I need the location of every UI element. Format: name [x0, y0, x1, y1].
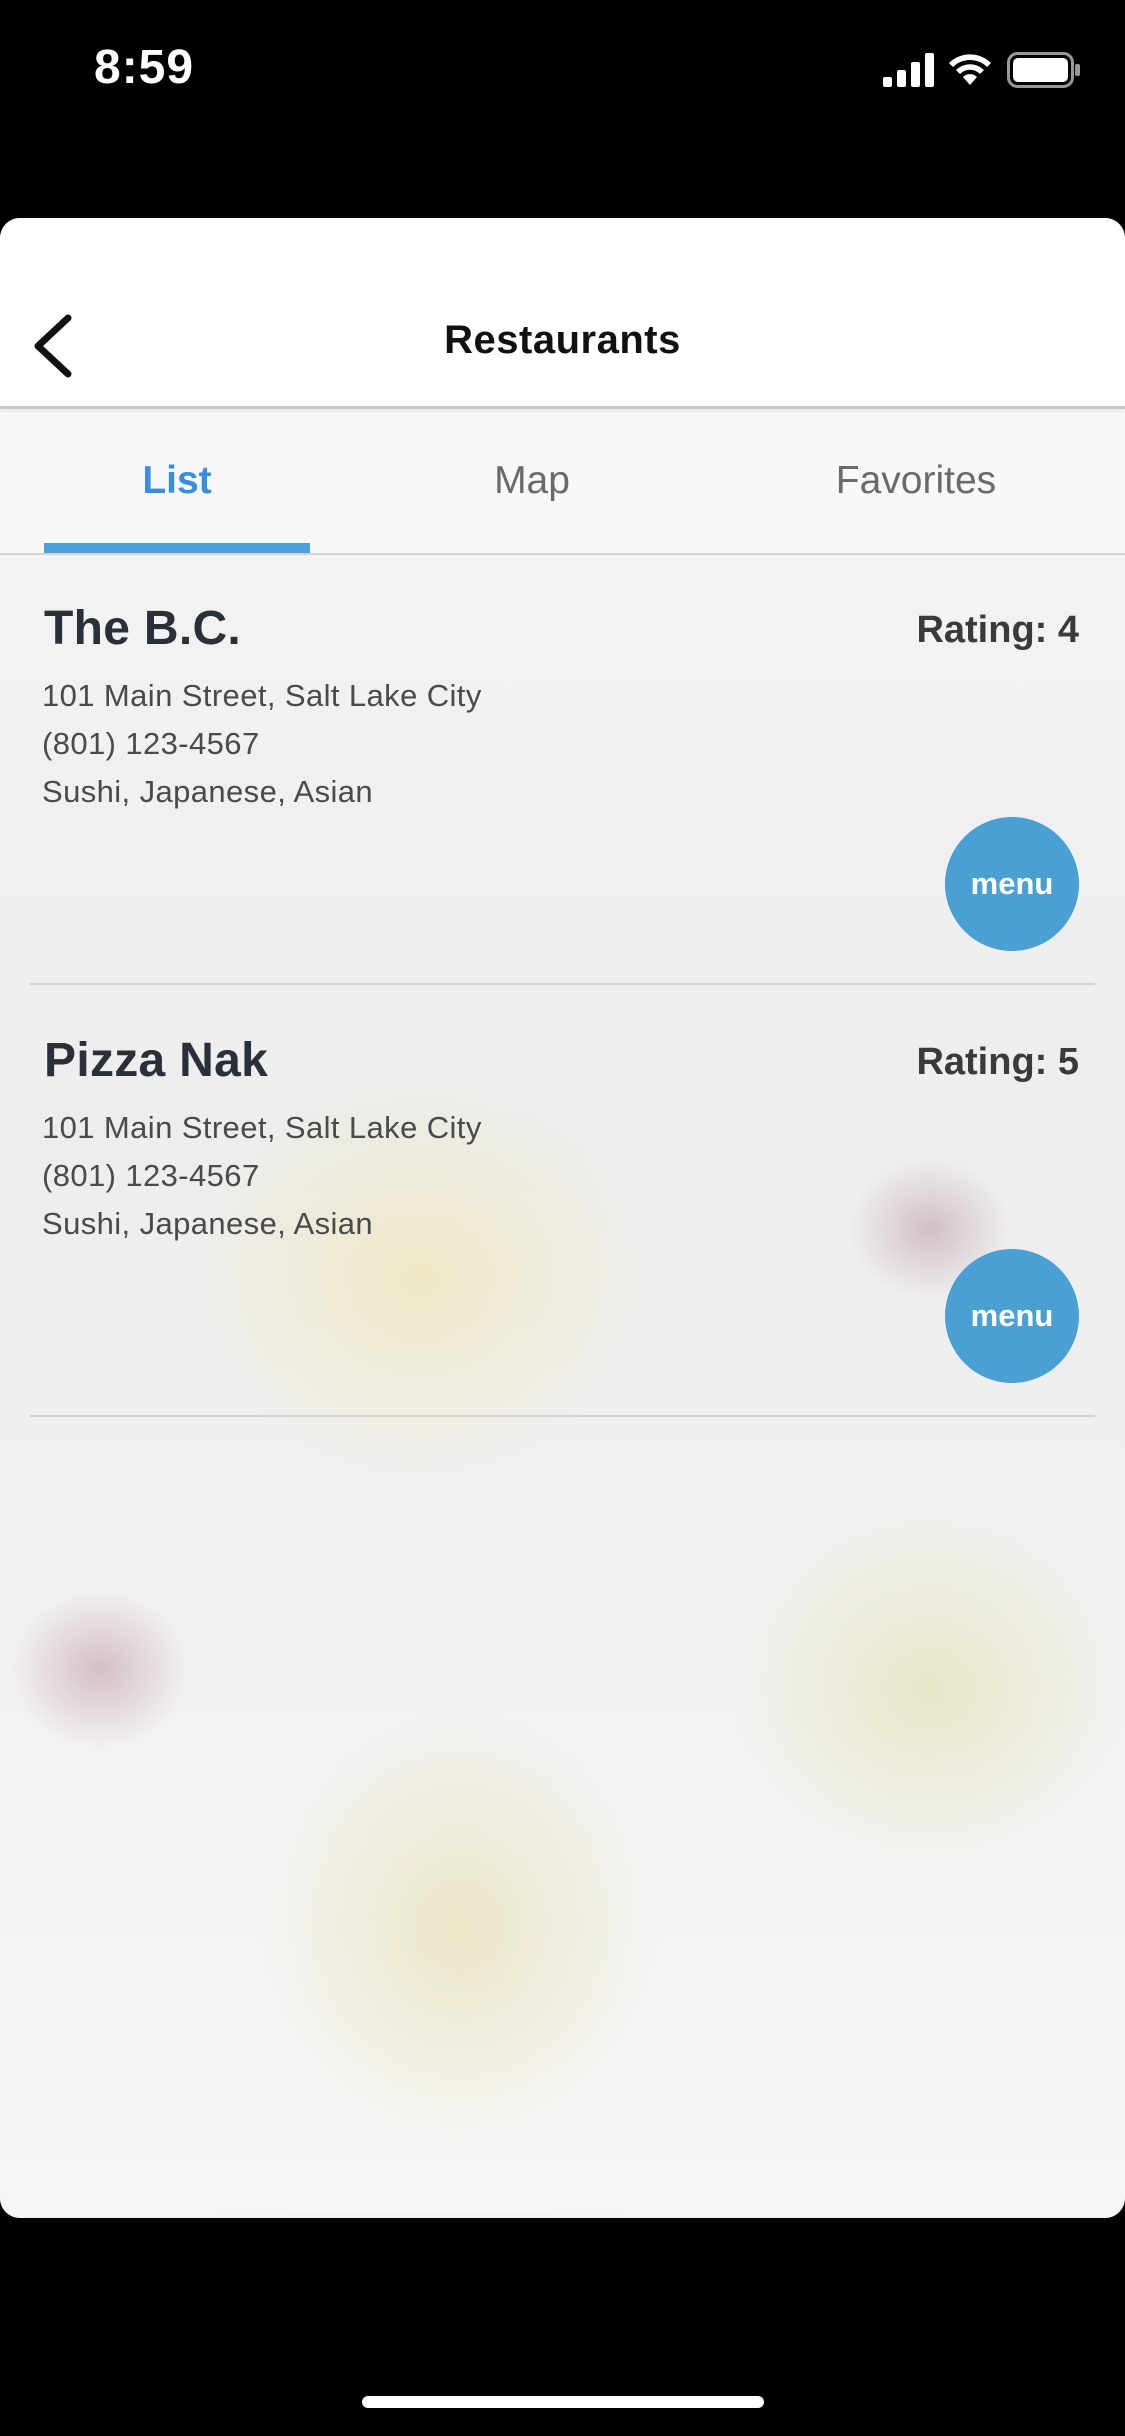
tab-favorites[interactable]: Favorites	[780, 409, 1052, 553]
restaurant-address: 101 Main Street, Salt Lake City	[42, 678, 482, 713]
restaurant-name: The B.C.	[44, 602, 242, 655]
restaurants-sheet: Restaurants List Map Favorites The B.C. …	[0, 218, 1125, 2218]
restaurant-list-view: List Map Favorites The B.C. Rating: 4 10…	[0, 409, 1125, 2218]
restaurant-cuisine: Sushi, Japanese, Asian	[42, 774, 374, 809]
home-indicator[interactable]	[362, 2396, 764, 2408]
restaurant-address: 101 Main Street, Salt Lake City	[42, 1110, 482, 1145]
restaurant-rating: Rating: 4	[916, 609, 1079, 651]
menu-button[interactable]: menu	[945, 817, 1079, 951]
cellular-signal-icon	[883, 53, 934, 87]
tab-map[interactable]: Map	[400, 409, 664, 553]
wifi-icon	[949, 54, 991, 85]
menu-button[interactable]: menu	[945, 1249, 1079, 1383]
restaurant-cuisine: Sushi, Japanese, Asian	[42, 1206, 374, 1241]
restaurant-phone: (801) 123-4567	[42, 726, 260, 761]
restaurant-card[interactable]: Pizza Nak Rating: 5 101 Main Street, Sal…	[0, 985, 1125, 1417]
battery-icon	[1007, 52, 1080, 88]
tab-list[interactable]: List	[44, 409, 310, 553]
restaurant-phone: (801) 123-4567	[42, 1158, 260, 1193]
page-title: Restaurants	[444, 318, 681, 362]
restaurant-card[interactable]: The B.C. Rating: 4 101 Main Street, Salt…	[0, 553, 1125, 985]
active-tab-indicator	[44, 543, 310, 553]
divider	[30, 1415, 1095, 1417]
navigation-bar: Restaurants	[0, 218, 1125, 409]
status-icons	[883, 50, 1081, 90]
status-bar: 8:59	[0, 0, 1125, 140]
restaurant-name: Pizza Nak	[44, 1034, 269, 1087]
tab-bar: List Map Favorites	[0, 409, 1125, 555]
status-time: 8:59	[94, 41, 195, 94]
restaurant-rating: Rating: 5	[916, 1041, 1079, 1083]
